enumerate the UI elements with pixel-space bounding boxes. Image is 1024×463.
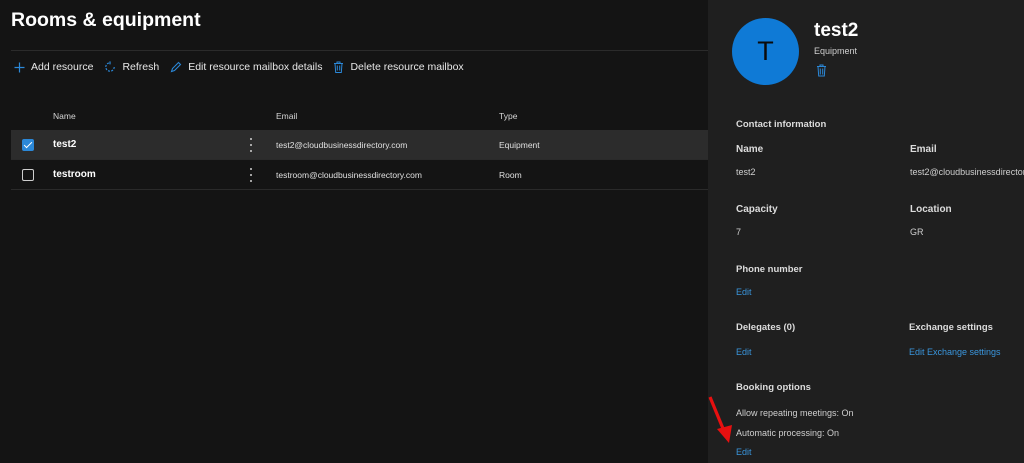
exchange-settings-edit-link[interactable]: Edit Exchange settings — [909, 347, 1001, 357]
row-email: testroom@cloudbusinessdirectory.com — [276, 170, 422, 180]
details-panel: T test2 Equipment Contact information Na… — [708, 0, 1024, 463]
annotation-arrow-icon — [708, 396, 732, 443]
more-options-icon[interactable] — [248, 138, 254, 152]
phone-edit-link[interactable]: Edit — [736, 287, 752, 297]
row-name[interactable]: testroom — [53, 160, 96, 190]
column-header-email[interactable]: Email — [276, 111, 297, 121]
add-resource-label: Add resource — [31, 61, 94, 73]
name-label: Name — [736, 144, 764, 155]
email-label: Email — [910, 144, 937, 155]
delete-icon[interactable] — [816, 64, 827, 77]
exchange-settings-heading: Exchange settings — [909, 322, 993, 333]
panel-title: test2 — [814, 20, 859, 41]
command-bar: Add resource Refresh Edit resource mailb… — [14, 58, 475, 76]
column-header-name[interactable]: Name — [53, 111, 76, 121]
phone-heading: Phone number — [736, 264, 803, 275]
delegates-heading: Delegates (0) — [736, 322, 796, 333]
contact-info-heading: Contact information — [736, 119, 827, 130]
delete-resource-label: Delete resource mailbox — [350, 61, 464, 73]
automatic-processing-value: Automatic processing: On — [736, 428, 840, 438]
table-row[interactable]: test2 test2@cloudbusinessdirectory.com E… — [11, 130, 708, 160]
delegates-edit-link[interactable]: Edit — [736, 347, 752, 357]
booking-edit-link[interactable]: Edit — [736, 447, 752, 457]
column-header-type[interactable]: Type — [499, 111, 517, 121]
refresh-label: Refresh — [122, 61, 160, 73]
pencil-icon — [170, 61, 182, 73]
table-row[interactable]: testroom testroom@cloudbusinessdirectory… — [11, 160, 708, 190]
capacity-value: 7 — [736, 227, 742, 237]
more-options-icon[interactable] — [248, 168, 254, 182]
booking-options-heading: Booking options — [736, 382, 811, 393]
panel-subtitle: Equipment — [814, 46, 858, 56]
plus-icon — [14, 62, 25, 72]
repeating-meetings-value: Allow repeating meetings: On — [736, 408, 854, 418]
page-title: Rooms & equipment — [11, 9, 201, 31]
row-checkbox[interactable] — [22, 169, 34, 181]
add-resource-button[interactable]: Add resource — [14, 61, 93, 73]
trash-icon — [334, 61, 344, 73]
delete-resource-button[interactable]: Delete resource mailbox — [333, 61, 464, 73]
row-type: Room — [499, 170, 522, 180]
refresh-icon — [105, 61, 116, 72]
capacity-label: Capacity — [736, 204, 778, 215]
avatar: T — [732, 18, 799, 85]
location-value: GR — [910, 227, 924, 237]
row-email: test2@cloudbusinessdirectory.com — [276, 140, 408, 150]
refresh-button[interactable]: Refresh — [104, 61, 159, 73]
name-value: test2 — [736, 167, 756, 177]
location-label: Location — [910, 204, 952, 215]
title-divider — [11, 50, 708, 51]
edit-resource-label: Edit resource mailbox details — [188, 61, 323, 73]
row-type: Equipment — [499, 140, 540, 150]
edit-resource-button[interactable]: Edit resource mailbox details — [170, 61, 322, 73]
email-value: test2@cloudbusinessdirectory.com — [910, 167, 1024, 177]
row-checkbox[interactable] — [22, 139, 34, 151]
row-name[interactable]: test2 — [53, 130, 76, 160]
